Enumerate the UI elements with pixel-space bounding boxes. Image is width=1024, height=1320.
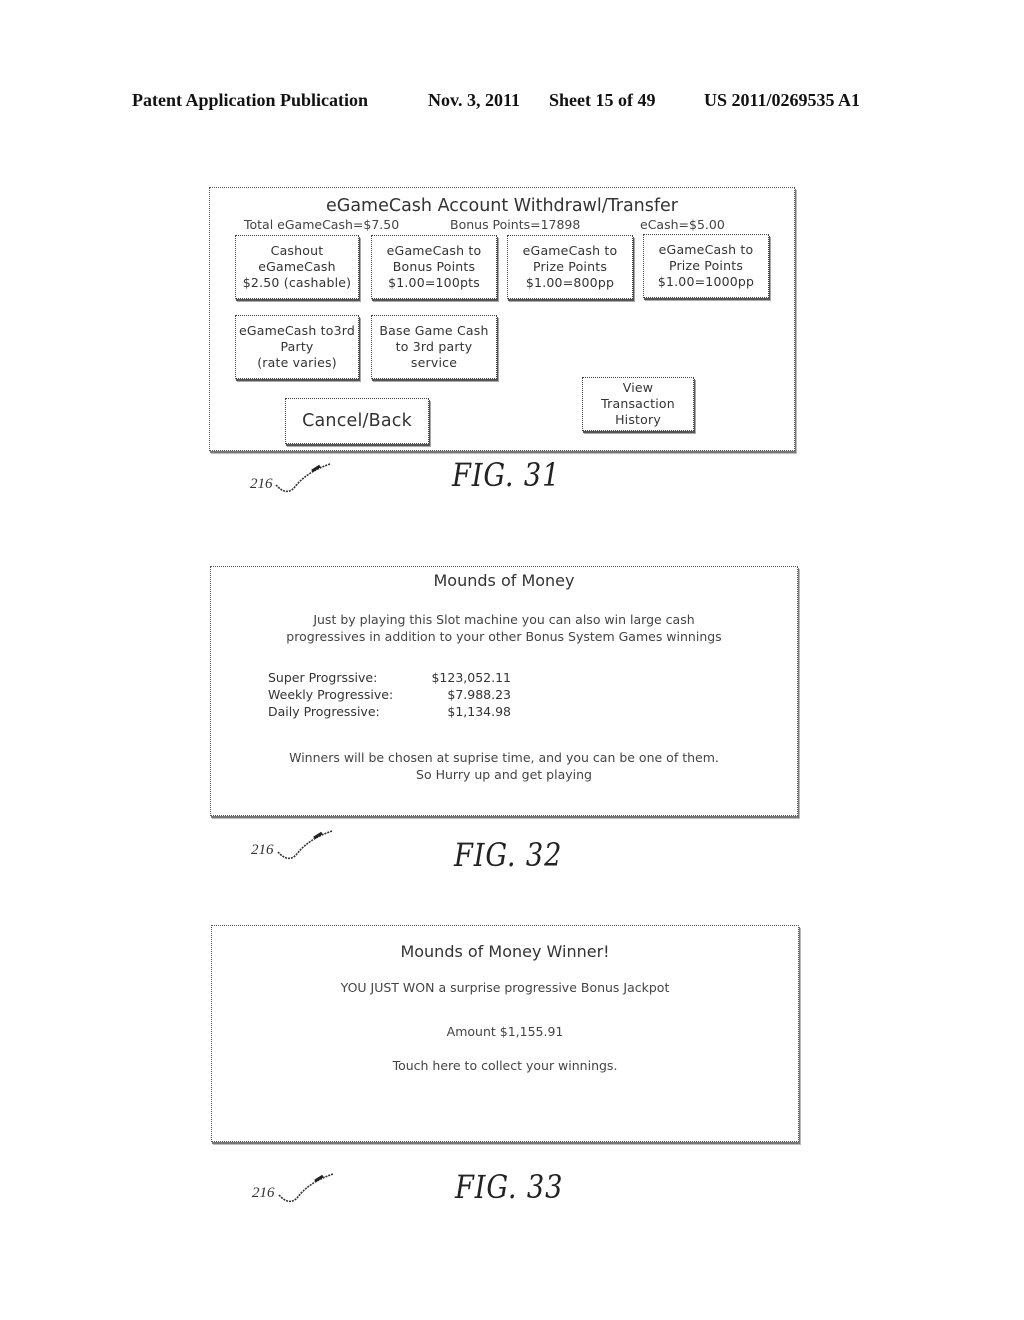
button-line: to 3rd party	[395, 339, 473, 354]
leader-line-icon	[278, 1173, 334, 1203]
egamecash-to-prize-points-1000-button[interactable]: eGameCash to Prize Points $1.00=1000pp	[643, 234, 769, 298]
button-line: Party	[280, 339, 314, 354]
fig32-screen: Mounds of Money Just by playing this Slo…	[210, 566, 798, 816]
winner-title: Mounds of Money Winner!	[400, 942, 610, 961]
button-line: eGameCash	[258, 259, 336, 274]
button-line: View	[622, 380, 654, 395]
fig33-screen[interactable]: Mounds of Money Winner! YOU JUST WON a s…	[211, 925, 799, 1142]
button-line: (rate varies)	[257, 355, 337, 370]
outro-line: Winners will be chosen at suprise time, …	[289, 750, 719, 765]
button-line: Prize Points	[668, 258, 744, 273]
button-line: History	[615, 412, 661, 427]
publication-date: Nov. 3, 2011	[428, 90, 521, 110]
button-line: $1.00=1000pp	[657, 274, 755, 289]
ecash-balance: eCash=$5.00	[640, 217, 725, 232]
patent-number: US 2011/0269535 A1	[704, 90, 861, 110]
bonus-points: Bonus Points=17898	[450, 217, 581, 232]
button-line: $1.00=100pts	[388, 275, 480, 290]
reference-numeral: 216	[252, 1185, 275, 1201]
view-transaction-history-button[interactable]: View Transaction History	[582, 377, 694, 431]
button-line: service	[410, 355, 458, 370]
button-line: $2.50 (cashable)	[242, 275, 352, 290]
publication-title: Patent Application Publication	[132, 90, 369, 110]
cancel-back-button[interactable]: Cancel/Back	[285, 398, 429, 444]
button-line: Transaction	[601, 396, 675, 411]
reference-numeral: 216	[251, 842, 274, 858]
base-game-cash-to-3rd-party-button[interactable]: Base Game Cash to 3rd party service	[371, 315, 497, 379]
button-line: Cashout	[270, 243, 324, 258]
mounds-of-money-title: Mounds of Money	[433, 571, 575, 590]
leader-line-icon	[275, 463, 331, 493]
button-line: eGameCash to	[522, 243, 618, 258]
button-line: eGameCash to3rd	[238, 323, 356, 338]
button-line: Prize Points	[532, 259, 608, 274]
figure-label: FIG. 33	[455, 1168, 564, 1206]
progressive-label: Super Progrssive:	[268, 670, 378, 685]
button-line: $1.00=800pp	[525, 275, 615, 290]
winner-amount: Amount $1,155.91	[446, 1024, 564, 1039]
winner-message: YOU JUST WON a surprise progressive Bonu…	[340, 980, 670, 995]
figure-label: FIG. 31	[452, 456, 561, 494]
button-line: eGameCash to	[386, 243, 482, 258]
progressive-label: Daily Progressive:	[268, 704, 380, 719]
egamecash-to-prize-points-800-button[interactable]: eGameCash to Prize Points $1.00=800pp	[507, 235, 633, 299]
intro-line: Just by playing this Slot machine you ca…	[313, 612, 695, 627]
reference-numeral: 216	[250, 476, 273, 492]
fig31-screen: eGameCash Account Withdrawl/Transfer Tot…	[209, 187, 795, 451]
progressive-value: $123,052.11	[431, 670, 511, 685]
cashout-egamecash-button[interactable]: Cashout eGameCash $2.50 (cashable)	[235, 235, 359, 299]
sheet-number: Sheet 15 of 49	[549, 90, 656, 110]
total-egamecash: Total eGameCash=$7.50	[244, 217, 400, 232]
progressive-value: $1,134.98	[447, 704, 511, 719]
leader-line-icon	[277, 830, 333, 860]
collect-winnings-link[interactable]: Touch here to collect your winnings.	[212, 1058, 798, 1073]
egamecash-to-bonus-points-button[interactable]: eGameCash to Bonus Points $1.00=100pts	[371, 235, 497, 299]
withdraw-transfer-title: eGameCash Account Withdrawl/Transfer	[326, 196, 678, 216]
progressive-value: $7.988.23	[447, 687, 511, 702]
outro-line: So Hurry up and get playing	[416, 767, 592, 782]
button-line: Bonus Points	[392, 259, 476, 274]
cancel-back-label: Cancel/Back	[302, 411, 412, 431]
egamecash-to-3rd-party-button[interactable]: eGameCash to3rd Party (rate varies)	[235, 315, 359, 379]
figure-label: FIG. 32	[454, 836, 563, 874]
button-line: Base Game Cash	[379, 323, 489, 338]
intro-line: progressives in addition to your other B…	[286, 629, 722, 644]
button-line: eGameCash to	[658, 242, 754, 257]
progressive-label: Weekly Progressive:	[268, 687, 394, 702]
